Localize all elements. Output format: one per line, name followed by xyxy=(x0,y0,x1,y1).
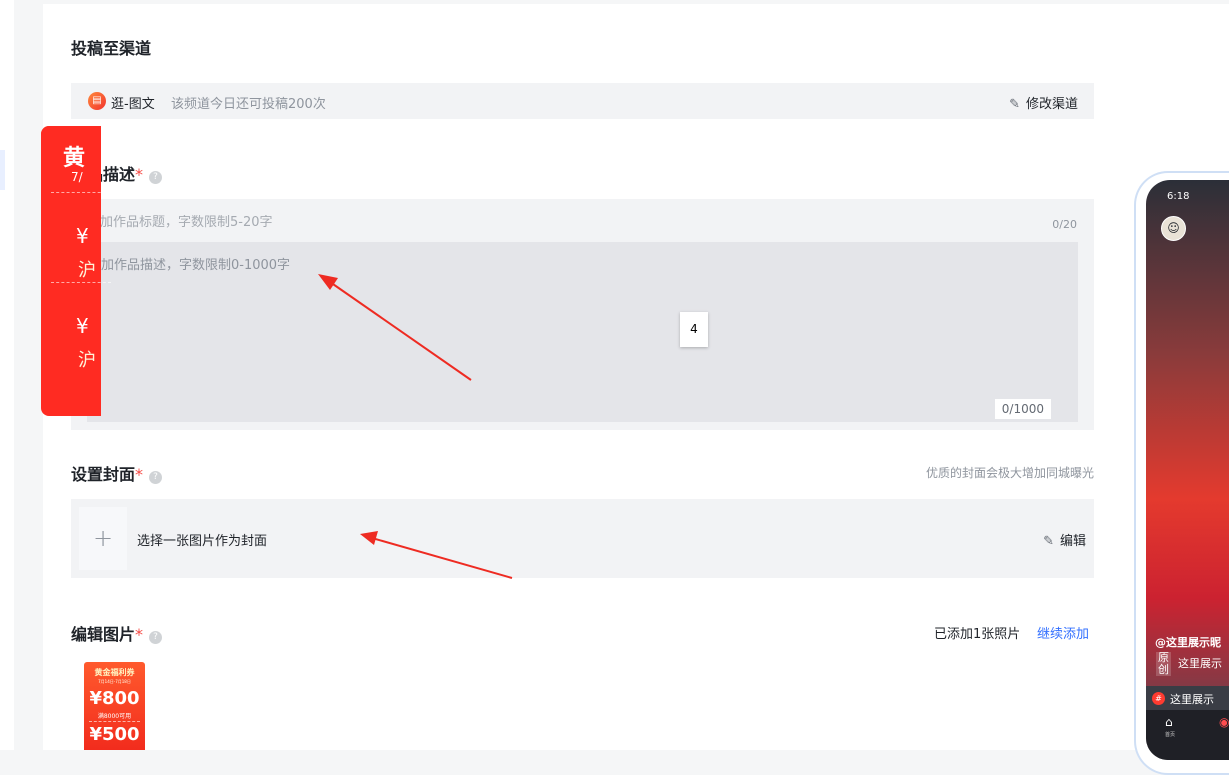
thumbnail-value-1: ¥800 xyxy=(89,688,140,709)
channel-bar: ▤ 逛-图文 该频道今日还可投稿200次 ✎ 修改渠道 xyxy=(71,83,1094,119)
avatar: ☺ xyxy=(1161,216,1186,241)
description-area: 0/1000 xyxy=(87,242,1078,422)
description-char-count: 0/1000 xyxy=(994,399,1051,419)
pencil-icon: ✎ xyxy=(1043,534,1054,549)
help-icon[interactable]: ? xyxy=(149,631,163,644)
preview-poster: 黄 7/ ¥ 沪 ¥ 沪 xyxy=(41,126,111,416)
preview-bottom-nav: ⌂ 首页 ◉ xyxy=(1146,710,1229,760)
pencil-icon: ✎ xyxy=(1009,97,1020,112)
poster-yen-1: ¥ xyxy=(76,224,89,248)
help-icon[interactable]: ? xyxy=(149,171,163,184)
shopping-bag-icon: ◉ xyxy=(1219,715,1229,729)
cover-box: + 选择一张图片作为封面 ✎ 编辑 xyxy=(71,499,1094,578)
hashtag-icon: # xyxy=(1152,692,1165,705)
left-rail-active-indicator xyxy=(0,150,5,190)
title-input[interactable] xyxy=(87,215,1007,230)
poster-yen-2: ¥ xyxy=(76,314,89,338)
poster-condition-2: 沪 xyxy=(78,350,96,371)
status-time: 6:18 xyxy=(1167,191,1190,202)
thumbnail-title: 黄金福利券 xyxy=(94,668,135,677)
add-cover-button[interactable]: + xyxy=(79,507,127,570)
thumbnail-date: 7月14日-7月18日 xyxy=(98,679,131,684)
thumbnail-divider xyxy=(89,721,140,722)
poster-condition-1: 沪 xyxy=(78,260,96,281)
preview-author: @这里展示昵 xyxy=(1155,636,1221,649)
document-icon: ▤ xyxy=(88,92,106,110)
modify-channel-label: 修改渠道 xyxy=(1025,97,1078,112)
edit-cover-label: 编辑 xyxy=(1059,534,1086,549)
description-box: 0/20 0/1000 xyxy=(71,199,1094,430)
continue-add-link[interactable]: 继续添加 xyxy=(1037,623,1089,642)
preview-topic-bar: # 这里展示 xyxy=(1146,686,1229,710)
poster-title: 黄 xyxy=(63,146,86,171)
help-icon[interactable]: ? xyxy=(149,471,163,484)
poster-divider xyxy=(51,192,111,193)
edit-cover-button[interactable]: ✎ 编辑 xyxy=(1043,530,1086,549)
description-textarea[interactable] xyxy=(87,254,1048,404)
modify-channel-button[interactable]: ✎ 修改渠道 xyxy=(1009,93,1078,112)
home-icon: ⌂ xyxy=(1165,715,1173,729)
images-section-title: 编辑图片*? xyxy=(71,621,163,645)
poster-subtitle: 7/ xyxy=(71,170,83,184)
required-mark: * xyxy=(135,165,144,184)
required-mark: * xyxy=(135,465,144,484)
title-char-count: 0/20 xyxy=(1052,218,1077,231)
required-mark: * xyxy=(135,625,144,644)
image-thumbnail[interactable]: 黄金福利券 7月14日-7月18日 ¥800 满8000可用 ¥500 xyxy=(84,662,145,750)
thumbnail-condition-1: 满8000可用 xyxy=(97,713,132,720)
poster-divider xyxy=(51,282,111,283)
preview-description: 这里展示 xyxy=(1178,657,1222,670)
cover-hint: 优质的封面会极大增加同城曝光 xyxy=(925,466,1094,480)
left-rail xyxy=(0,0,14,750)
preview-topic: 这里展示 xyxy=(1170,693,1214,706)
nav-home-label: 首页 xyxy=(1165,732,1176,738)
phone-preview-screen: 6:18 ☺ @这里展示昵 原创 这里展示 # 这里展示 ⌂ 首页 ◉ xyxy=(1146,180,1229,760)
channel-name: 逛-图文 xyxy=(111,97,155,112)
channel-quota: 该频道今日还可投稿200次 xyxy=(171,97,326,112)
images-count: 已添加1张照片 xyxy=(934,627,1021,642)
original-badge: 原创 xyxy=(1156,651,1171,676)
thumbnail-value-2: ¥500 xyxy=(89,724,140,745)
cover-section-title: 设置封面*? xyxy=(71,461,163,485)
choose-cover-label[interactable]: 选择一张图片作为封面 xyxy=(137,530,267,549)
page-number-badge: 4 xyxy=(680,312,708,347)
channel-section-title: 投稿至渠道 xyxy=(71,39,152,58)
